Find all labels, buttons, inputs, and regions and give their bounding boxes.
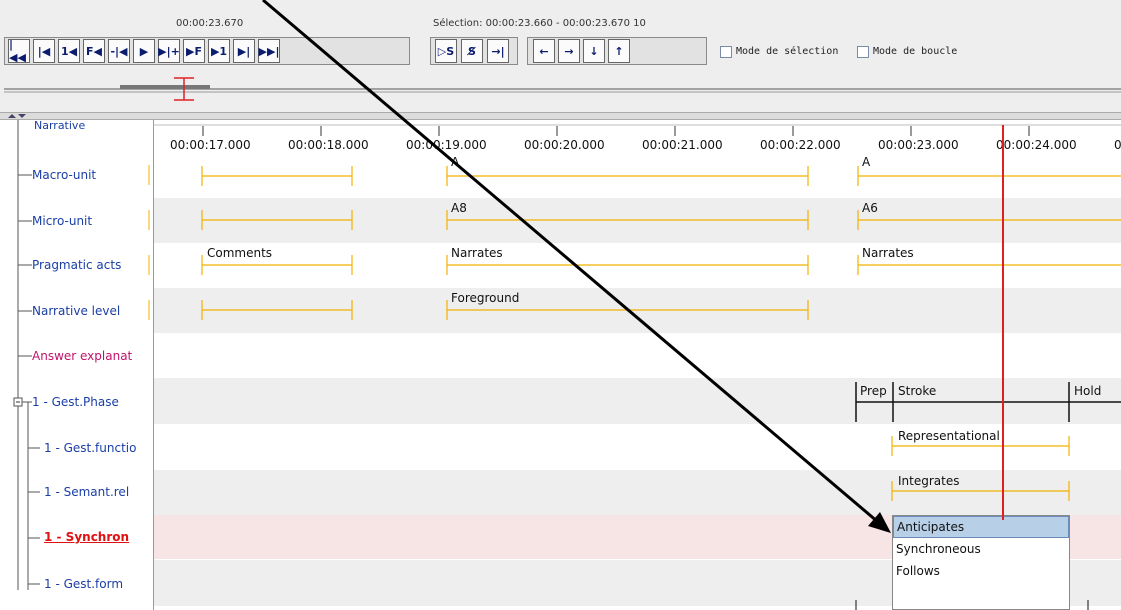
annotation-macro[interactable]: A [862, 155, 870, 169]
annotation-phase[interactable]: Prep [860, 384, 887, 398]
tier-label-synchron-active[interactable]: 1 - Synchron [44, 530, 129, 544]
annotation-function[interactable]: Representational [898, 429, 1000, 443]
annotation-micro[interactable]: A8 [451, 201, 467, 215]
annotation-semantic[interactable]: Integrates [898, 474, 959, 488]
annotation-micro[interactable]: A6 [862, 201, 878, 215]
tier-label-micro-unit[interactable]: Micro-unit [32, 214, 92, 228]
tier-label-narrative-level[interactable]: Narrative level [32, 304, 120, 318]
time-tick-label: 00:00:17.000 [170, 138, 251, 152]
dropdown-option[interactable]: Synchroneous [893, 538, 1069, 560]
value-dropdown-list: Anticipates Synchroneous Follows [892, 515, 1070, 610]
tier-label-answer-explanation[interactable]: Answer explanat [32, 349, 132, 363]
dropdown-option[interactable]: Follows [893, 560, 1069, 582]
tier-label-macro-unit[interactable]: Macro-unit [32, 168, 96, 182]
time-tick-label: 00:00:23.000 [878, 138, 959, 152]
time-tick-label: 0 [1114, 138, 1121, 152]
time-tick-label: 00:00:24.000 [996, 138, 1077, 152]
tier-label-pragmatic-acts[interactable]: Pragmatic acts [32, 258, 121, 272]
annotation-phase[interactable]: Hold [1074, 384, 1101, 398]
annotation-pragmatic[interactable]: Narrates [862, 246, 914, 260]
tier-label-narrative[interactable]: Narrative [34, 119, 85, 132]
annotation-narrative-level[interactable]: Foreground [451, 291, 519, 305]
dropdown-option-selected[interactable]: Anticipates [893, 516, 1069, 538]
annotation-macro[interactable]: A [451, 155, 459, 169]
time-tick-label: 00:00:21.000 [642, 138, 723, 152]
annotation-spans [201, 166, 1121, 501]
tier-label-gest-phase[interactable]: 1 - Gest.Phase [32, 395, 119, 409]
time-tick-label: 00:00:18.000 [288, 138, 369, 152]
tier-label-gest-form[interactable]: 1 - Gest.form [44, 577, 123, 591]
time-tick-label: 00:00:19.000 [406, 138, 487, 152]
annotation-pragmatic[interactable]: Comments [207, 246, 272, 260]
tier-label-semant-rel[interactable]: 1 - Semant.rel [44, 485, 129, 499]
tier-label-gest-function[interactable]: 1 - Gest.functio [44, 441, 136, 455]
playhead-cursor[interactable] [1002, 125, 1004, 520]
annotation-phase[interactable]: Stroke [898, 384, 936, 398]
annotation-pragmatic[interactable]: Narrates [451, 246, 503, 260]
time-tick-label: 00:00:22.000 [760, 138, 841, 152]
time-tick-label: 00:00:20.000 [524, 138, 605, 152]
collapse-up-icon [8, 114, 16, 118]
collapse-down-icon [18, 114, 26, 118]
